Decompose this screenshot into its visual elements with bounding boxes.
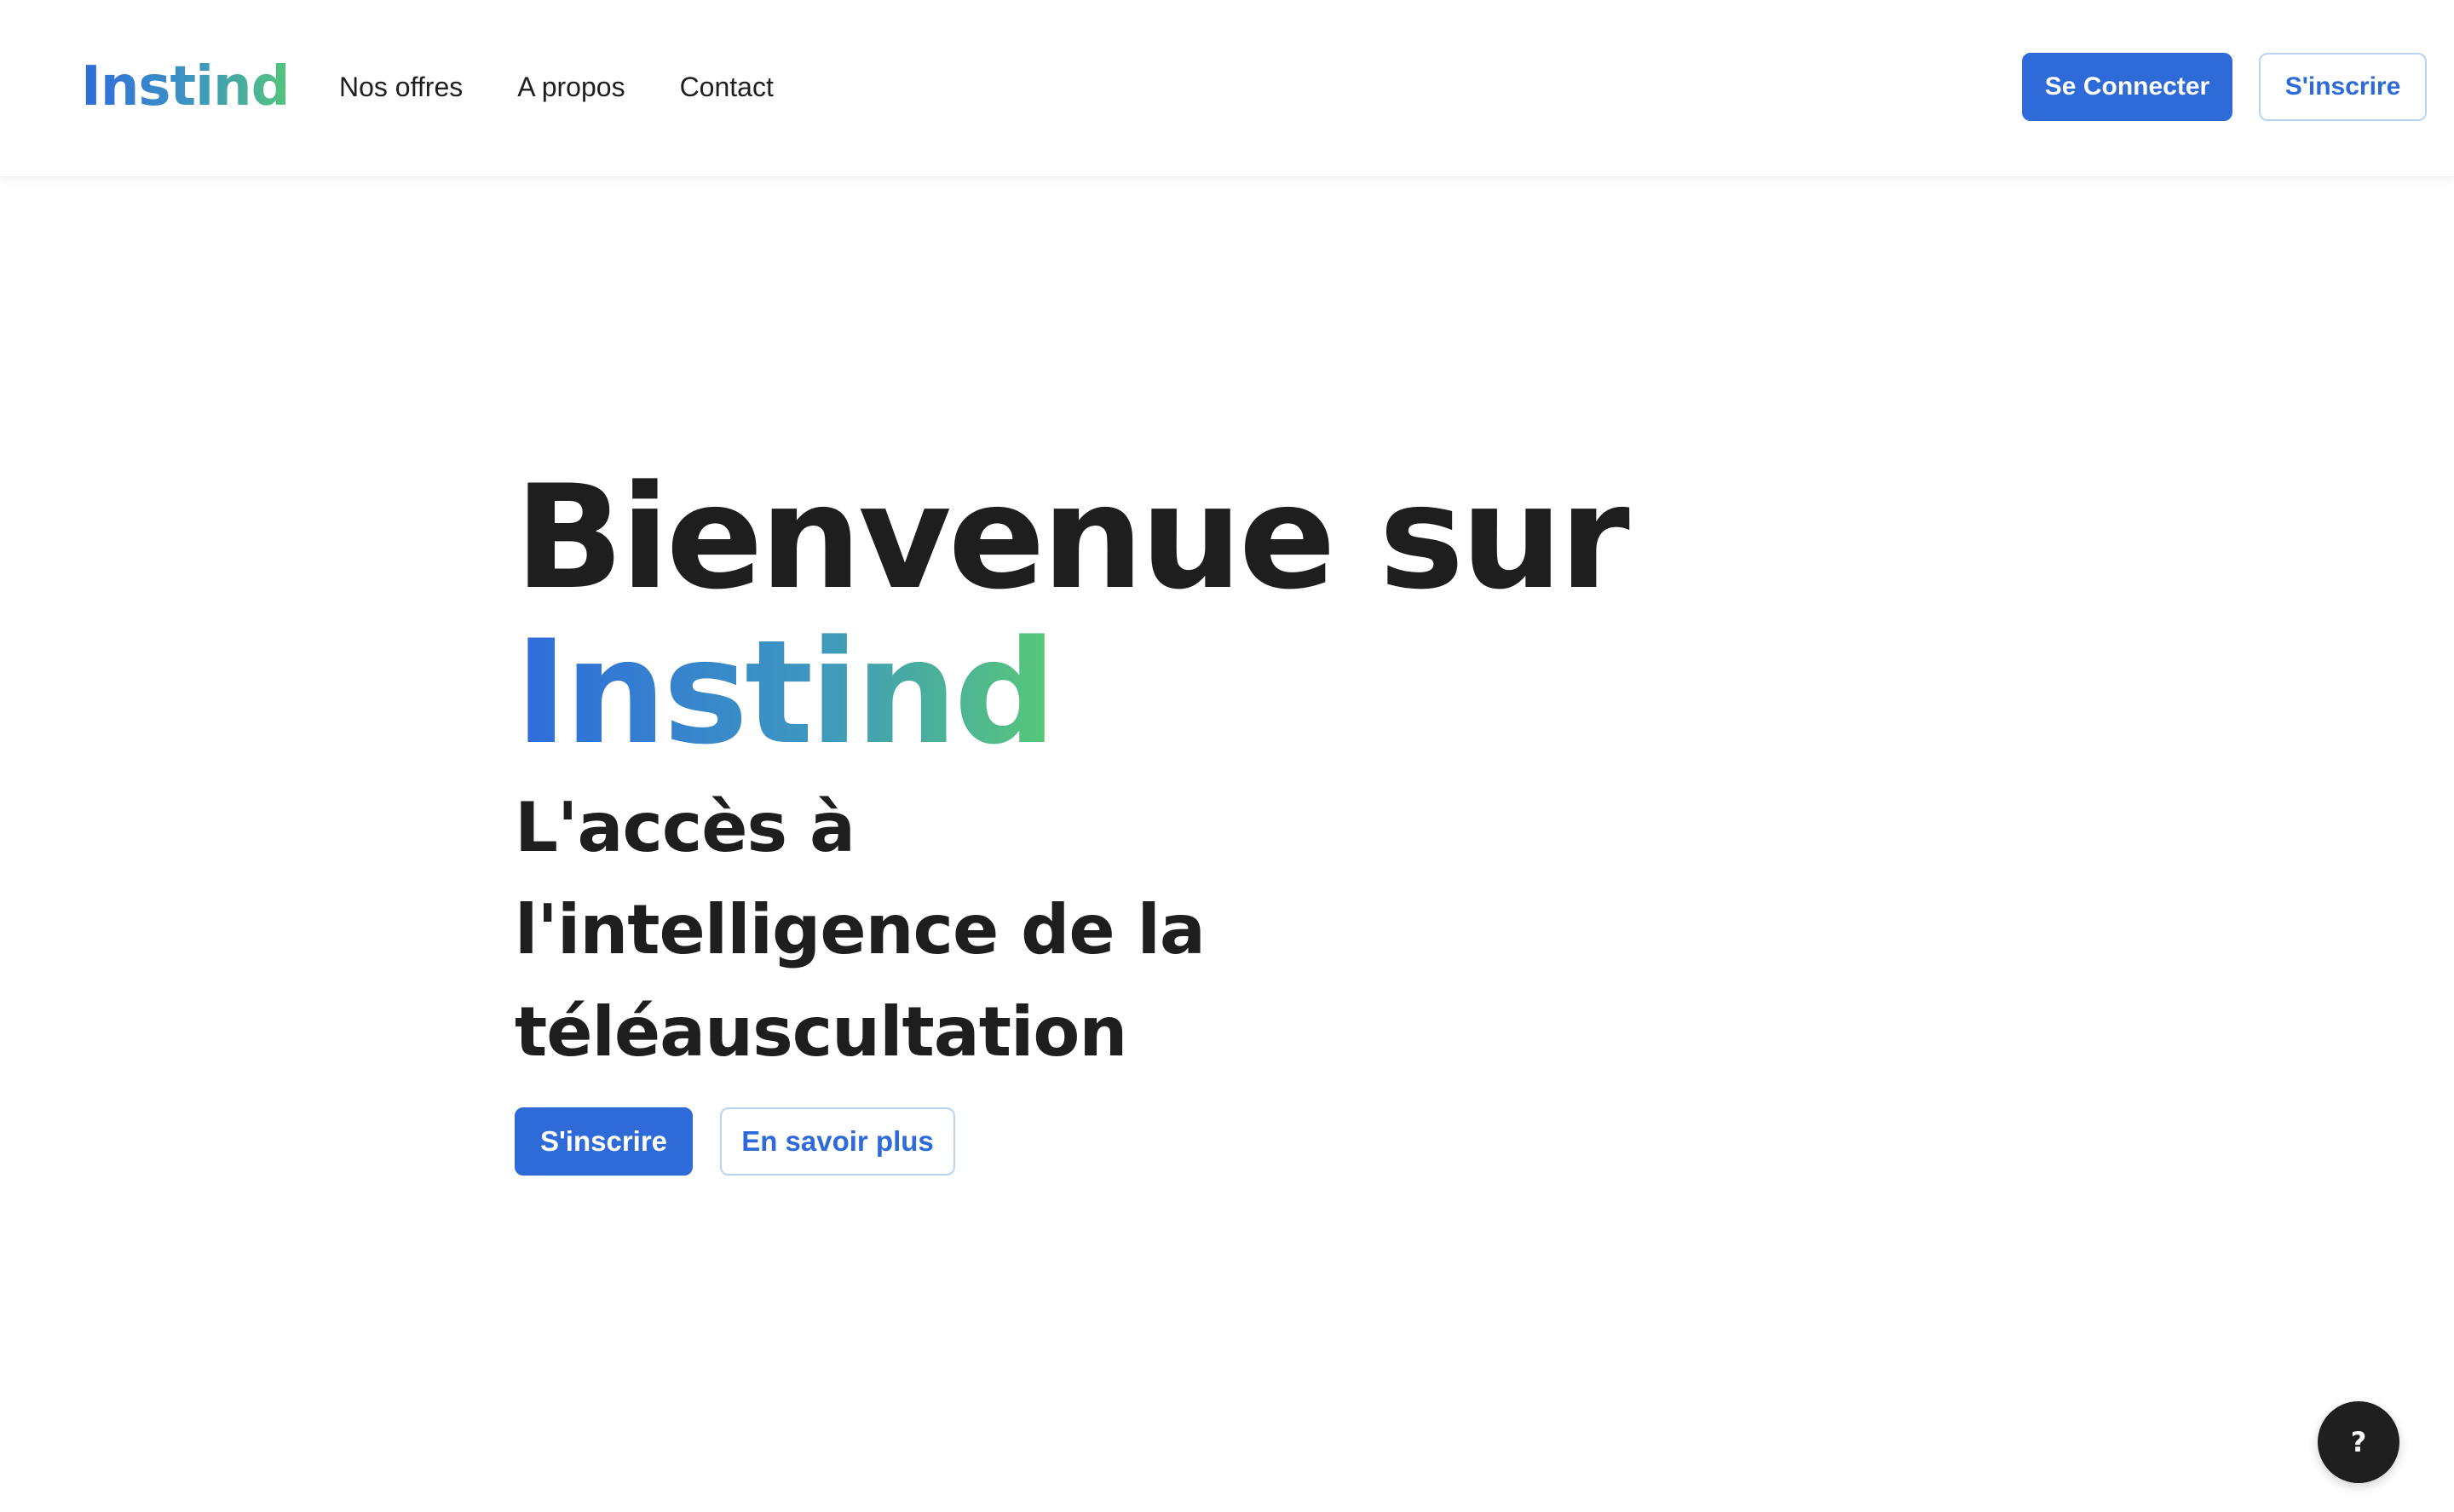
hero-title-brand: Instind [515,609,1057,776]
hero-title-text: Bienvenue sur [515,454,1630,621]
question-mark-icon: ? [2350,1426,2367,1458]
hero-signup-button[interactable]: S'inscrire [515,1107,693,1176]
nav-link-contact[interactable]: Contact [680,68,774,106]
learn-more-button[interactable]: En savoir plus [720,1107,955,1176]
hero-section: Bienvenue sur Instind L'accès à l'intell… [515,460,1793,1176]
main-nav: Nos offres A propos Contact [339,68,774,106]
help-button[interactable]: ? [2318,1401,2399,1483]
signup-button[interactable]: S'inscrire [2259,53,2427,121]
brand-logo[interactable]: Instind [81,53,290,121]
hero-subtitle: L'accès à l'intelligence de la téléauscu… [515,788,1206,1072]
login-button[interactable]: Se Connecter [2022,53,2232,121]
top-navbar: Instind Nos offres A propos Contact Se C… [0,0,2454,177]
hero-title: Bienvenue sur Instind [515,460,1793,770]
hero-actions: S'inscrire En savoir plus [515,1107,1793,1176]
nav-link-a-propos[interactable]: A propos [517,68,625,106]
nav-link-offres[interactable]: Nos offres [339,68,463,106]
